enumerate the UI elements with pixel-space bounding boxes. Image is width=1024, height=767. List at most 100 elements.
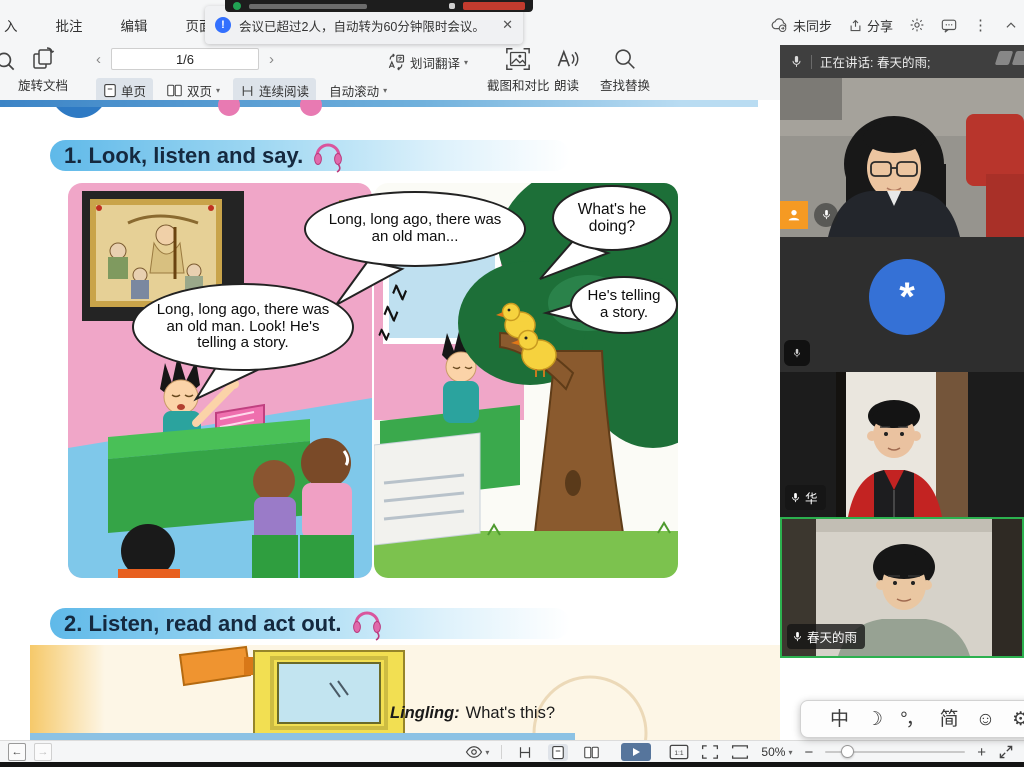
read-aloud-icon <box>553 46 580 72</box>
page-indicator[interactable]: 1/6 <box>111 48 259 70</box>
play-icon <box>631 747 641 757</box>
eye-protect-button[interactable]: ▾ <box>465 745 489 759</box>
meeting-video-panel[interactable]: 正在讲话: 春天的雨; <box>780 45 1024 658</box>
fit-width-button[interactable] <box>731 744 749 760</box>
word-translate-label: 划词翻译 <box>410 53 460 72</box>
fit-page-button[interactable] <box>701 744 719 760</box>
ime-chinese-mode-button[interactable]: 中 <box>830 710 849 729</box>
dialogue-speaker: Lingling: <box>390 704 460 722</box>
find-replace-icon <box>612 46 638 72</box>
single-page-label: 单页 <box>121 81 146 100</box>
divider <box>501 745 502 759</box>
ime-toolbar[interactable]: 中 ☽ °， 简 ☺ ⚙ <box>800 700 1024 738</box>
dialogue-text: What's this? <box>466 704 555 722</box>
single-page-mode-button[interactable] <box>548 744 568 761</box>
read-aloud-button[interactable]: 朗读 <box>553 46 580 94</box>
speaking-status-bar: 正在讲话: 春天的雨; <box>780 45 1024 78</box>
collapse-ribbon-icon[interactable] <box>1004 19 1018 31</box>
comment-icon[interactable] <box>941 18 957 33</box>
participant-video-1[interactable] <box>780 78 1024 237</box>
toast-close-button[interactable]: ✕ <box>502 17 513 33</box>
participant3-name: 华 <box>805 488 818 507</box>
menu-tab-insert[interactable]: 入 <box>4 15 18 35</box>
meeting-watermark-logo <box>997 51 1024 65</box>
menu-tab-annotate[interactable]: 批注 <box>56 15 83 35</box>
share-button[interactable]: 分享 <box>848 16 893 35</box>
fullscreen-button[interactable] <box>998 744 1014 760</box>
history-forward-button[interactable]: → <box>34 743 52 761</box>
participant3-video-feed <box>836 372 968 517</box>
avatar: * <box>869 259 945 335</box>
continuous-mode-icon <box>517 745 533 760</box>
eye-icon <box>465 745 483 759</box>
word-translate-caret-icon: ▾ <box>464 58 468 67</box>
page-header-band <box>0 100 758 107</box>
section2-title-text: 2. Listen, read and act out. <box>64 611 342 637</box>
screenshot-compare-button[interactable]: 截图和对比 <box>487 46 550 94</box>
single-page-icon <box>103 83 117 98</box>
participant-video-2[interactable]: * <box>780 237 1024 372</box>
participant-video-3[interactable]: 华 <box>780 372 1024 517</box>
word-translate-button[interactable]: 划词翻译 ▾ <box>386 52 468 72</box>
auto-scroll-label: 自动滚动 <box>329 81 379 100</box>
settings-gear-icon[interactable] <box>909 17 925 33</box>
speaking-names: 春天的雨; <box>877 56 930 70</box>
rotate-doc-label: 旋转文档 <box>18 75 68 94</box>
more-menu-icon[interactable]: ⋮ <box>973 16 988 34</box>
speech-bubble-whats-he-doing: What's he doing? <box>552 185 672 251</box>
prev-page-button[interactable]: ‹ <box>96 51 101 68</box>
host-badge <box>780 201 808 229</box>
rotate-doc-button[interactable]: 旋转文档 <box>18 46 68 94</box>
headphones-icon <box>352 607 382 641</box>
auto-scroll-caret-icon: ▾ <box>383 86 387 95</box>
sync-status[interactable]: 未同步 <box>771 16 832 35</box>
double-page-mode-button[interactable] <box>580 744 603 761</box>
next-page-button[interactable]: › <box>269 51 274 68</box>
search-icon[interactable] <box>0 48 18 74</box>
participant1-mic-icon <box>814 203 838 227</box>
info-icon: ! <box>215 17 231 33</box>
fit-width-mode-button[interactable] <box>514 744 536 761</box>
participant4-name: 春天的雨 <box>807 627 857 646</box>
door-illustration <box>30 645 780 740</box>
mic-icon <box>790 54 803 70</box>
meeting-title-blur <box>249 4 367 9</box>
speech-bubble-teacher-short: Long, long ago, there was an old man... <box>304 191 526 267</box>
divider <box>811 55 812 69</box>
zoom-slider[interactable] <box>825 745 965 759</box>
double-page-caret-icon: ▾ <box>216 86 220 95</box>
actual-size-button[interactable]: 1:1 <box>669 744 689 760</box>
participant3-name-badge: 华 <box>785 485 826 510</box>
meeting-mic-indicator-icon <box>449 3 455 9</box>
ime-punctuation-button[interactable]: °， <box>900 710 923 729</box>
menu-tab-edit[interactable]: 编辑 <box>121 15 148 35</box>
zoom-level-dropdown[interactable]: 50% ▾ <box>761 745 792 759</box>
find-replace-button[interactable]: 查找替换 <box>600 46 650 94</box>
cloud-sync-icon <box>771 17 789 33</box>
ime-halfwidth-moon-icon[interactable]: ☽ <box>866 710 883 729</box>
zoom-level-value: 50% <box>761 745 785 759</box>
headphones-icon <box>313 139 343 173</box>
section1-title-text: 1. Look, listen and say. <box>64 143 303 169</box>
participant-video-4-active[interactable]: 春天的雨 <box>780 517 1024 658</box>
continuous-read-label: 连续阅读 <box>259 81 309 100</box>
ime-settings-gear-icon[interactable]: ⚙ <box>1012 710 1024 729</box>
meeting-app-logo <box>233 2 241 10</box>
play-slideshow-button[interactable] <box>621 743 651 761</box>
titlebar-actions: 未同步 分享 ⋮ <box>771 10 1018 40</box>
share-icon <box>848 18 863 33</box>
share-label: 分享 <box>867 16 893 35</box>
ime-emoji-button[interactable]: ☺ <box>976 710 995 729</box>
history-back-button[interactable]: ← <box>8 743 26 761</box>
ime-simplified-button[interactable]: 简 <box>940 710 959 729</box>
find-replace-label: 查找替换 <box>600 75 650 94</box>
zoom-in-button[interactable]: + <box>977 745 986 760</box>
mic-icon <box>790 491 801 505</box>
zoom-slider-knob[interactable] <box>841 745 854 758</box>
meeting-float-bar[interactable] <box>225 0 533 12</box>
rotate-doc-icon <box>30 46 56 72</box>
menu-tabs: 入 批注 编辑 页面 <box>0 15 213 35</box>
zoom-out-button[interactable]: − <box>804 745 813 760</box>
end-meeting-button[interactable] <box>463 2 525 10</box>
page-header-pink-dot <box>300 100 322 116</box>
